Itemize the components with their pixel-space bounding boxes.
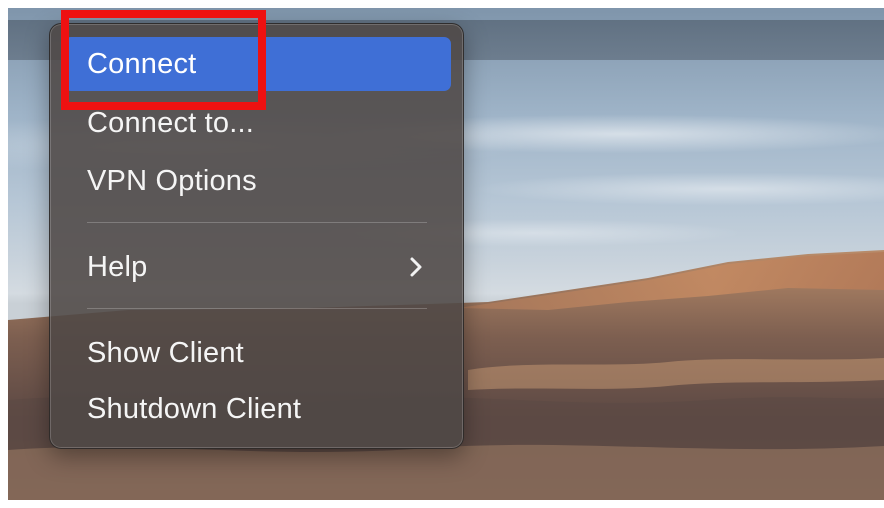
menu-item-label: Help <box>87 250 148 283</box>
menu-item-label: VPN Options <box>87 164 257 197</box>
menu-item-show-client[interactable]: Show Client <box>64 326 451 380</box>
chevron-right-icon <box>410 257 422 277</box>
menu-item-vpn-options[interactable]: VPN Options <box>64 154 451 208</box>
menu-item-label: Show Client <box>87 336 244 369</box>
annotation-highlight-box <box>61 10 266 110</box>
menu-item-label: Shutdown Client <box>87 392 302 425</box>
menu-item-help[interactable]: Help <box>64 240 451 294</box>
menu-item-shutdown-client[interactable]: Shutdown Client <box>64 382 451 436</box>
menu-item-label: Connect to... <box>87 106 255 139</box>
menu-separator <box>87 222 427 223</box>
screen: Connect Connect to... VPN Options Help S… <box>0 0 884 508</box>
menu-separator <box>87 308 427 309</box>
